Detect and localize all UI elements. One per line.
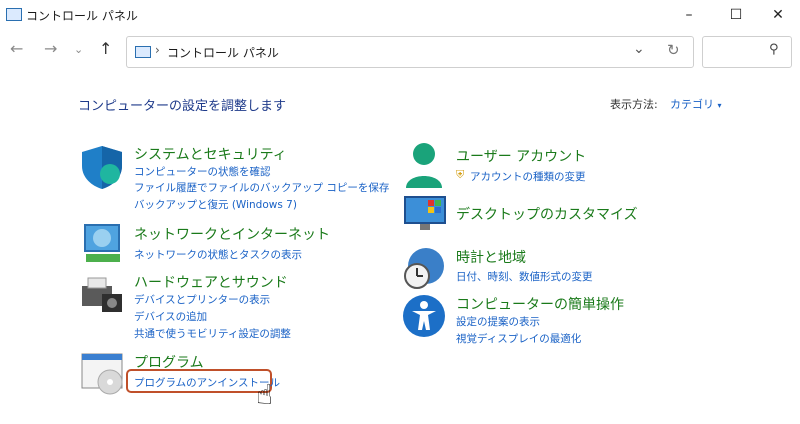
minimize-button[interactable]: – [667, 0, 711, 30]
breadcrumb[interactable]: コントロール パネル [167, 44, 279, 61]
category-user-accounts[interactable]: ユーザー アカウント [456, 146, 586, 166]
accessibility-icon [403, 295, 445, 337]
navigation-bar: ← → ⌄ ↑ › コントロール パネル ⌄ ↻ ⚲ [0, 31, 800, 73]
link-mobility-settings[interactable]: 共通で使うモビリティ設定の調整 [134, 326, 291, 341]
page-heading: コンピューターの設定を調整します [78, 99, 287, 114]
link-optimize-visual-display[interactable]: 視覚ディスプレイの最適化 [456, 331, 581, 346]
printer-icon [82, 277, 122, 312]
link-settings-suggestions[interactable]: 設定の提案の表示 [456, 314, 540, 329]
dropdown-arrow-icon: ▾ [717, 101, 722, 110]
user-icon [406, 143, 442, 188]
breadcrumb-separator-icon: › [155, 43, 160, 57]
network-icon [84, 224, 120, 262]
view-by-label: 表示方法: [610, 98, 658, 111]
recent-dropdown-icon[interactable]: ⌄ [74, 43, 83, 56]
link-add-device[interactable]: デバイスの追加 [134, 309, 207, 324]
desktop-icon [404, 196, 446, 230]
link-change-account-type[interactable]: アカウントの種類の変更 [470, 169, 586, 184]
category-desktop-customization[interactable]: デスクトップのカスタマイズ [456, 204, 638, 224]
control-panel-icon [6, 8, 22, 21]
back-arrow-icon[interactable]: ← [10, 39, 23, 58]
category-hardware-sound[interactable]: ハードウェアとサウンド [134, 272, 288, 292]
window-title: コントロール パネル [26, 9, 138, 23]
clock-globe-icon [404, 248, 444, 289]
close-button[interactable]: ✕ [756, 0, 800, 30]
link-devices-printers[interactable]: デバイスとプリンターの表示 [134, 292, 270, 307]
forward-arrow-icon[interactable]: → [44, 39, 57, 58]
category-system-security[interactable]: システムとセキュリティ [134, 144, 287, 164]
search-input[interactable]: ⚲ [702, 36, 792, 68]
address-dropdown-icon[interactable]: ⌄ [633, 41, 645, 57]
category-network-internet[interactable]: ネットワークとインターネット [134, 224, 330, 244]
link-date-time-format[interactable]: 日付、時刻、数値形式の変更 [456, 269, 593, 284]
address-bar[interactable]: › コントロール パネル ⌄ ↻ [126, 36, 694, 68]
category-ease-of-access[interactable]: コンピューターの簡単操作 [456, 294, 624, 314]
uac-shield-icon: ⛨ [456, 168, 465, 181]
link-backup-restore[interactable]: バックアップと復元 (Windows 7) [134, 197, 297, 212]
view-by-dropdown[interactable]: カテゴリ ▾ [670, 96, 722, 112]
search-icon: ⚲ [769, 42, 779, 57]
hand-pointer-icon: ☝ [256, 378, 274, 411]
shield-icon [82, 146, 122, 189]
maximize-button[interactable]: ☐ [714, 0, 758, 30]
view-by-value: カテゴリ [670, 98, 714, 111]
category-clock-region[interactable]: 時計と地域 [456, 247, 526, 267]
up-arrow-icon[interactable]: ↑ [99, 39, 112, 58]
control-panel-icon [135, 46, 151, 58]
programs-icon [81, 353, 123, 395]
refresh-icon[interactable]: ↻ [667, 41, 680, 59]
link-check-computer-status[interactable]: コンピューターの状態を確認 [134, 164, 271, 179]
link-file-history-backup[interactable]: ファイル履歴でファイルのバックアップ コピーを保存 [134, 180, 389, 195]
title-bar: コントロール パネル – ☐ ✕ [0, 0, 800, 30]
link-network-status[interactable]: ネットワークの状態とタスクの表示 [134, 247, 302, 262]
